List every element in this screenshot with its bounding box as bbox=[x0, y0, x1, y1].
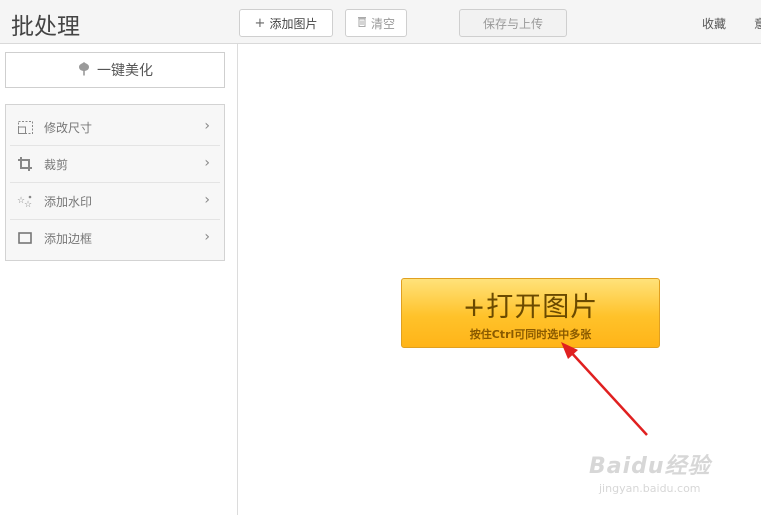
beautify-label: 一键美化 bbox=[97, 63, 153, 79]
chevron-right-icon: › bbox=[204, 155, 210, 171]
baidu-watermark: Baidu经验 jingyan.baidu.com bbox=[589, 448, 711, 495]
sidebar-item-crop[interactable]: 裁剪 › bbox=[10, 146, 220, 183]
annotation-arrow-icon bbox=[561, 342, 648, 436]
flower-icon bbox=[77, 61, 91, 80]
plus-icon: + bbox=[254, 15, 266, 31]
clear-label: 清空 bbox=[370, 16, 395, 31]
main-canvas: +打开图片 按住Ctrl可同时选中多张 Baidu经验 jingyan.baid… bbox=[239, 44, 761, 515]
border-icon bbox=[16, 232, 34, 244]
add-image-button[interactable]: + 添加图片 bbox=[239, 9, 333, 37]
svg-text:☆: ☆ bbox=[24, 200, 32, 208]
favorite-link[interactable]: 收藏 bbox=[702, 15, 726, 32]
chevron-right-icon: › bbox=[204, 118, 210, 134]
clear-button[interactable]: 清空 bbox=[345, 9, 407, 37]
watermark-url: jingyan.baidu.com bbox=[599, 482, 701, 495]
top-toolbar: 批处理 + 添加图片 清空 保存与上传 收藏 意 bbox=[0, 0, 761, 44]
sidebar-item-label: 裁剪 bbox=[44, 157, 69, 172]
sidebar-item-label: 添加水印 bbox=[44, 194, 93, 209]
add-image-label: 添加图片 bbox=[269, 16, 318, 31]
page-title: 批处理 bbox=[11, 14, 80, 40]
save-upload-button[interactable]: 保存与上传 bbox=[459, 9, 567, 37]
sidebar: 一键美化 修改尺寸 › 裁剪 › ☆ ☆ 添加水印 › 添加边框 › bbox=[0, 44, 238, 515]
one-click-beautify-button[interactable]: 一键美化 bbox=[5, 52, 225, 88]
sidebar-item-label: 修改尺寸 bbox=[44, 120, 93, 135]
sidebar-item-resize[interactable]: 修改尺寸 › bbox=[10, 109, 220, 146]
edit-menu: 修改尺寸 › 裁剪 › ☆ ☆ 添加水印 › 添加边框 › bbox=[5, 104, 225, 261]
sidebar-item-watermark[interactable]: ☆ ☆ 添加水印 › bbox=[10, 183, 220, 220]
trash-icon bbox=[357, 16, 367, 31]
sidebar-item-label: 添加边框 bbox=[44, 231, 93, 246]
sidebar-item-border[interactable]: 添加边框 › bbox=[10, 220, 220, 256]
resize-icon bbox=[16, 120, 34, 134]
chevron-right-icon: › bbox=[204, 229, 210, 245]
watermark-icon: ☆ ☆ bbox=[16, 194, 34, 208]
feedback-link[interactable]: 意 bbox=[754, 15, 761, 32]
watermark-logo: Baidu经验 bbox=[589, 454, 711, 479]
crop-icon bbox=[16, 157, 34, 171]
chevron-right-icon: › bbox=[204, 192, 210, 208]
